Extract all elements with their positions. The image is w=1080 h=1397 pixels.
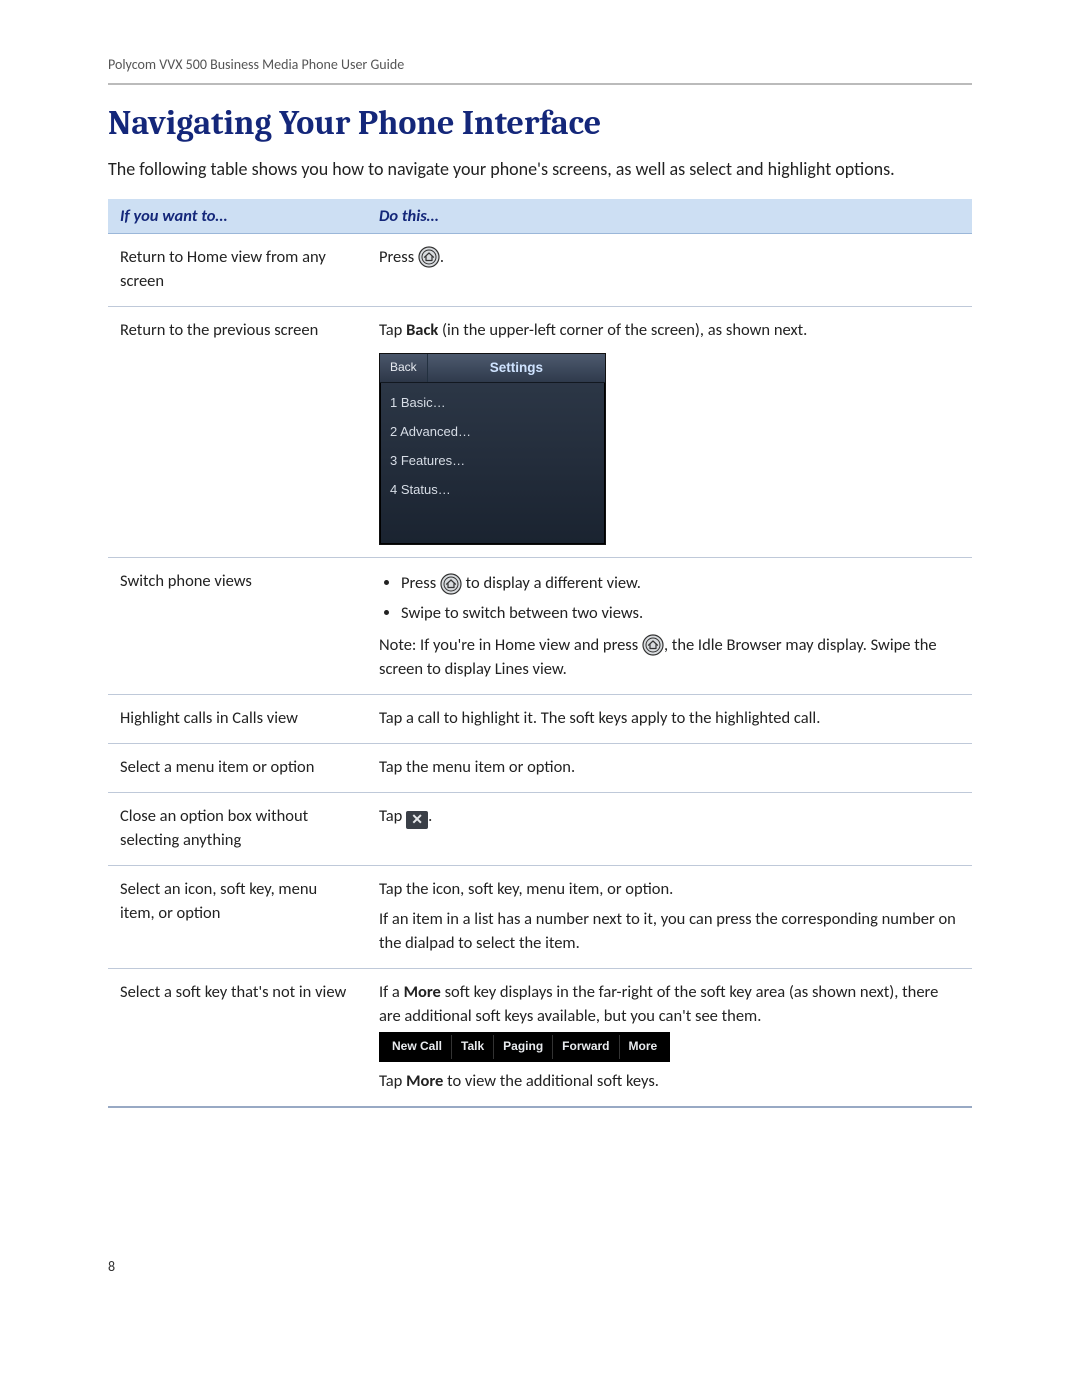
table-row: Return to the previous screen Tap Back (… — [108, 307, 972, 558]
text: to view the additional soft keys. — [443, 1071, 659, 1091]
want-cell: Select an icon, soft key, menu item, or … — [108, 865, 367, 968]
col-header-do: Do this… — [367, 199, 972, 234]
softkey-forward[interactable]: Forward — [553, 1035, 619, 1058]
do-cell: Tap Back (in the upper-left corner of th… — [367, 307, 972, 558]
list-item[interactable]: 4 Status… — [380, 476, 605, 505]
want-cell: Return to Home view from any screen — [108, 234, 367, 307]
list-item[interactable]: 3 Features… — [380, 447, 605, 476]
header-rule — [108, 83, 972, 85]
text: Tap — [379, 320, 406, 340]
list-item: Swipe to switch between two views. — [401, 602, 960, 626]
do-cell: Tap the icon, soft key, menu item, or op… — [367, 865, 972, 968]
text: . — [428, 806, 432, 826]
text: Press — [379, 247, 418, 267]
want-cell: Select a menu item or option — [108, 744, 367, 793]
settings-titlebar: Back Settings — [380, 354, 605, 383]
back-softkey[interactable]: Back — [380, 354, 428, 382]
settings-list: 1 Basic… 2 Advanced… 3 Features… 4 Statu… — [380, 383, 605, 544]
table-row: Select a soft key that's not in view If … — [108, 968, 972, 1107]
want-cell: Highlight calls in Calls view — [108, 695, 367, 744]
text: Note: If you're in Home view and press — [379, 635, 642, 655]
settings-screenshot: Back Settings 1 Basic… 2 Advanced… 3 Fea… — [379, 353, 606, 545]
text: If a — [379, 982, 404, 1002]
text-bold: Back — [406, 320, 438, 340]
want-cell: Close an option box without selecting an… — [108, 792, 367, 865]
text: to display a different view. — [466, 573, 641, 593]
softkey-talk[interactable]: Talk — [452, 1035, 494, 1058]
list-item: Press to display a different view. — [401, 572, 960, 596]
list-item[interactable]: 1 Basic… — [380, 389, 605, 418]
want-cell: Switch phone views — [108, 558, 367, 695]
close-icon: ✕ — [406, 811, 428, 829]
do-cell: Tap a call to highlight it. The soft key… — [367, 695, 972, 744]
home-icon — [418, 246, 440, 268]
text: Press — [401, 573, 440, 593]
do-cell: Tap ✕. — [367, 792, 972, 865]
text: (in the upper-left corner of the screen)… — [438, 320, 807, 340]
home-icon — [642, 634, 664, 656]
col-header-want: If you want to… — [108, 199, 367, 234]
list-item[interactable]: 2 Advanced… — [380, 418, 605, 447]
do-cell: Tap the menu item or option. — [367, 744, 972, 793]
do-cell: If a More soft key displays in the far-r… — [367, 968, 972, 1107]
text: Tap — [379, 1071, 406, 1091]
table-row: Switch phone views Press — [108, 558, 972, 695]
navigation-table: If you want to… Do this… Return to Home … — [108, 199, 972, 1107]
text: Tap the icon, soft key, menu item, or op… — [379, 878, 960, 902]
text-bold: More — [404, 982, 441, 1002]
bullet-list: Press to display a different view. Swi — [379, 572, 960, 626]
do-cell: Press . — [367, 234, 972, 307]
settings-title: Settings — [428, 354, 605, 382]
softkey-paging[interactable]: Paging — [494, 1035, 553, 1058]
text: . — [440, 247, 444, 267]
home-icon — [440, 573, 462, 595]
text: soft key displays in the far-right of th… — [379, 982, 938, 1026]
want-cell: Return to the previous screen — [108, 307, 367, 558]
table-row: Close an option box without selecting an… — [108, 792, 972, 865]
text: Tap — [379, 806, 406, 826]
table-row: Select a menu item or option Tap the men… — [108, 744, 972, 793]
text-bold: More — [406, 1071, 443, 1091]
intro-text: The following table shows you how to nav… — [108, 157, 972, 181]
page-number: 8 — [108, 1258, 972, 1275]
page-title: Navigating Your Phone Interface — [108, 103, 972, 143]
table-row: Return to Home view from any screen Pres… — [108, 234, 972, 307]
want-cell: Select a soft key that's not in view — [108, 968, 367, 1107]
softkey-more[interactable]: More — [620, 1035, 667, 1058]
table-row: Highlight calls in Calls view Tap a call… — [108, 695, 972, 744]
softkey-bar: New Call Talk Paging Forward More — [379, 1032, 670, 1061]
table-row: Select an icon, soft key, menu item, or … — [108, 865, 972, 968]
text: If an item in a list has a number next t… — [379, 908, 960, 956]
running-header: Polycom VVX 500 Business Media Phone Use… — [108, 56, 972, 83]
softkey-new-call[interactable]: New Call — [383, 1035, 452, 1058]
do-cell: Press to display a different view. Swi — [367, 558, 972, 695]
